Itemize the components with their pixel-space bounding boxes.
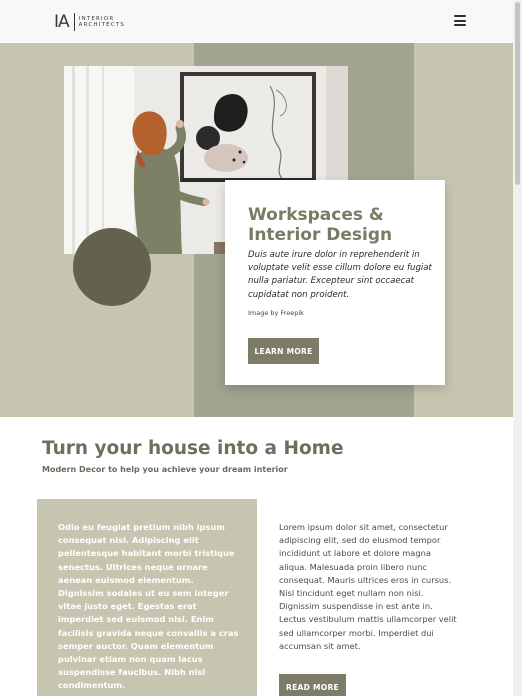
hero-description: Duis aute irure dolor in reprehenderit i… — [248, 250, 432, 300]
logo-divider — [73, 13, 75, 31]
body-text: Lorem ipsum dolor sit amet, consectetur … — [279, 522, 457, 651]
hero-title: Workspaces & Interior Design — [248, 205, 438, 245]
read-more-button[interactable]: READ MORE — [279, 674, 346, 696]
decorative-circle — [73, 228, 151, 306]
section-title: Turn your house into a Home — [42, 438, 344, 459]
learn-more-button[interactable]: LEARN MORE — [248, 338, 319, 364]
section-subtitle: Modern Decor to help you achieve your dr… — [42, 465, 288, 474]
logo-mark: IA — [54, 12, 70, 32]
hero-card: Workspaces & Interior Design Duis aute i… — [225, 180, 445, 385]
hero-title-line-1: Workspaces & — [248, 205, 384, 225]
logo-line-2: ARCHITECTS — [78, 22, 126, 28]
hero-title-line-2: Interior Design — [248, 225, 393, 245]
logo-text: INTERIOR ARCHITECTS — [79, 16, 125, 28]
hamburger-menu-icon[interactable] — [454, 15, 466, 26]
scrollbar-thumb[interactable] — [515, 2, 520, 185]
logo[interactable]: IA INTERIOR ARCHITECTS — [54, 12, 125, 32]
highlight-text-box: Odio eu feugiat pretium nibh ipsum conse… — [37, 499, 257, 696]
highlight-text: Odio eu feugiat pretium nibh ipsum conse… — [58, 522, 239, 691]
image-credit: Image by Freepik — [248, 309, 304, 317]
site-header: IA INTERIOR ARCHITECTS — [0, 0, 522, 43]
vertical-scrollbar[interactable] — [513, 0, 522, 696]
hero-section: Workspaces & Interior Design Duis aute i… — [0, 43, 513, 417]
